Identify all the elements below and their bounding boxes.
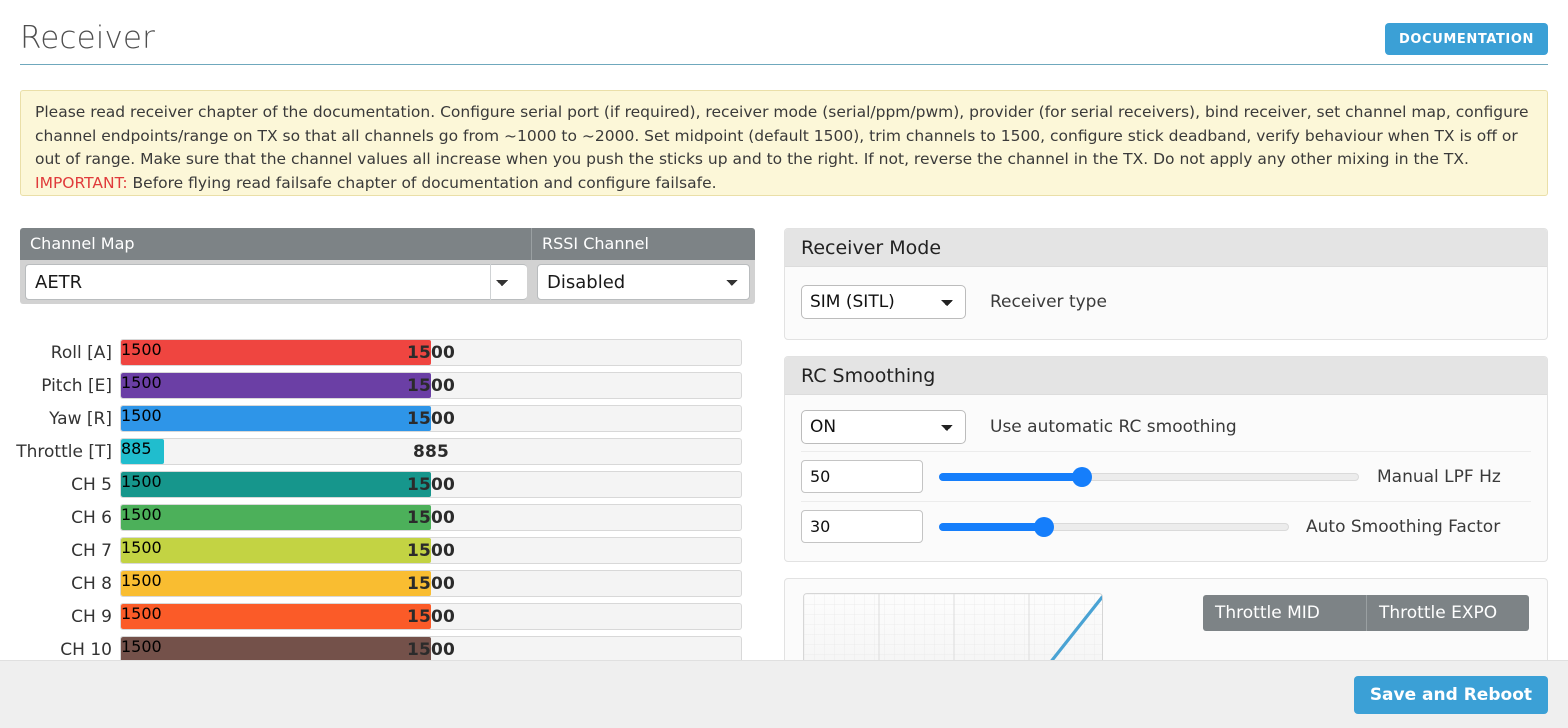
channel-bar-track: 1500 1500 bbox=[120, 636, 742, 663]
notice-important-label: IMPORTANT: bbox=[35, 173, 128, 192]
channel-bar-row: Yaw [R] 1500 1500 bbox=[0, 402, 760, 435]
channel-map-select-cell: AETR bbox=[20, 260, 532, 304]
channel-bar-track: 1500 1500 bbox=[120, 504, 742, 531]
channel-bar-label: CH 6 bbox=[71, 507, 112, 528]
auto-smoothing-row: ONOFF Use automatic RC smoothing bbox=[801, 403, 1531, 451]
channel-bar-track: 1500 1500 bbox=[120, 405, 742, 432]
channel-bar-value: 885 bbox=[412, 441, 450, 462]
channel-bar-track: 1500 1500 bbox=[120, 537, 742, 564]
notice-important-text: Before flying read failsafe chapter of d… bbox=[127, 173, 717, 192]
save-and-reboot-button[interactable]: Save and Reboot bbox=[1353, 676, 1548, 714]
manual-lpf-slider[interactable] bbox=[939, 466, 1359, 487]
throttle-expo-header: Throttle EXPO bbox=[1366, 595, 1529, 631]
channel-map-section: Channel Map RSSI Channel AETR Disabled bbox=[20, 228, 755, 304]
receiver-type-label: Receiver type bbox=[990, 292, 1107, 312]
channel-bar-row: CH 6 1500 1500 bbox=[0, 501, 760, 534]
auto-factor-slider-thumb[interactable] bbox=[1034, 516, 1054, 537]
channel-bar-label: CH 9 bbox=[71, 606, 112, 627]
receiver-mode-panel-title: Receiver Mode bbox=[785, 229, 1547, 267]
channel-bar-row: Roll [A] 1500 1500 bbox=[0, 336, 760, 369]
manual-lpf-input[interactable] bbox=[801, 460, 923, 493]
rc-smoothing-panel: RC Smoothing ONOFF Use automatic RC smoo… bbox=[784, 356, 1548, 562]
channel-bar-row: Throttle [T] 885 885 bbox=[0, 435, 760, 468]
channel-bar-row: Pitch [E] 1500 1500 bbox=[0, 369, 760, 402]
receiver-mode-body: SIM (SITL) Receiver type bbox=[785, 267, 1547, 339]
title-divider bbox=[20, 64, 1548, 65]
receiver-page: Receiver DOCUMENTATION Please read recei… bbox=[0, 0, 1568, 728]
auto-smoothing-select[interactable]: ONOFF bbox=[801, 410, 966, 444]
channel-bar-label: Pitch [E] bbox=[41, 375, 112, 396]
throttle-curve-header-row: Throttle MID Throttle EXPO bbox=[1203, 595, 1529, 631]
channel-bar-track: 1500 1500 bbox=[120, 570, 742, 597]
channel-bar-label: CH 7 bbox=[71, 540, 112, 561]
page-title: Receiver bbox=[20, 20, 155, 56]
notice-paragraph: Please read receiver chapter of the docu… bbox=[35, 101, 1533, 195]
rssi-channel-header: RSSI Channel bbox=[542, 234, 649, 253]
channel-bar-track: 1500 1500 bbox=[120, 471, 742, 498]
channel-bar-row: CH 5 1500 1500 bbox=[0, 468, 760, 501]
channel-bar-track: 1500 1500 bbox=[120, 603, 742, 630]
channel-map-header-row: Channel Map RSSI Channel bbox=[20, 228, 755, 260]
page-footer: Save and Reboot bbox=[0, 660, 1568, 728]
channel-bar-label: CH 8 bbox=[71, 573, 112, 594]
throttle-mid-header: Throttle MID bbox=[1215, 603, 1320, 623]
auto-smoothing-label: Use automatic RC smoothing bbox=[990, 417, 1237, 437]
receiver-type-row: SIM (SITL) Receiver type bbox=[801, 285, 1531, 319]
channel-bar-track: 1500 1500 bbox=[120, 339, 742, 366]
channel-bar-row: CH 8 1500 1500 bbox=[0, 567, 760, 600]
channel-map-select[interactable]: AETR bbox=[25, 264, 527, 300]
page-header: Receiver DOCUMENTATION bbox=[0, 0, 1568, 68]
auto-factor-label: Auto Smoothing Factor bbox=[1306, 516, 1501, 537]
channel-map-body-row: AETR Disabled bbox=[20, 260, 755, 304]
auto-factor-row: Auto Smoothing Factor bbox=[801, 501, 1531, 551]
channel-bar-label: Roll [A] bbox=[50, 342, 112, 363]
right-column: Receiver Mode SIM (SITL) Receiver type R… bbox=[784, 228, 1548, 698]
rc-smoothing-panel-title: RC Smoothing bbox=[785, 357, 1547, 395]
channel-bars-list: Roll [A] 1500 1500 Pitch [E] 1500 1500 Yaw [R]… bbox=[0, 336, 760, 666]
channel-bar-label: CH 10 bbox=[60, 639, 112, 660]
channel-bar-label: CH 5 bbox=[71, 474, 112, 495]
rssi-channel-select-cell: Disabled bbox=[532, 260, 755, 304]
manual-lpf-row: Manual LPF Hz bbox=[801, 451, 1531, 501]
auto-factor-slider-fill bbox=[939, 522, 1044, 531]
manual-lpf-label: Manual LPF Hz bbox=[1377, 466, 1501, 487]
rssi-channel-select[interactable]: Disabled bbox=[537, 264, 750, 300]
manual-lpf-slider-fill bbox=[939, 472, 1082, 481]
channel-bar-track: 885 885 bbox=[120, 438, 742, 465]
channel-bar-label: Throttle [T] bbox=[16, 441, 112, 462]
notice-text: Please read receiver chapter of the docu… bbox=[35, 103, 1529, 168]
channel-bar-track: 1500 1500 bbox=[120, 372, 742, 399]
manual-lpf-slider-thumb[interactable] bbox=[1071, 466, 1092, 487]
channel-bar-row: CH 9 1500 1500 bbox=[0, 600, 760, 633]
channel-bar-row: CH 7 1500 1500 bbox=[0, 534, 760, 567]
auto-factor-slider[interactable] bbox=[939, 516, 1289, 537]
auto-factor-input[interactable] bbox=[801, 510, 923, 543]
receiver-type-select[interactable]: SIM (SITL) bbox=[801, 285, 966, 319]
channel-map-header: Channel Map bbox=[20, 228, 532, 260]
channel-bar-label: Yaw [R] bbox=[49, 408, 112, 429]
rc-smoothing-body: ONOFF Use automatic RC smoothing Manual … bbox=[785, 395, 1547, 561]
receiver-mode-panel: Receiver Mode SIM (SITL) Receiver type bbox=[784, 228, 1548, 340]
receiver-notice: Please read receiver chapter of the docu… bbox=[20, 90, 1548, 196]
documentation-button[interactable]: DOCUMENTATION bbox=[1385, 23, 1548, 55]
